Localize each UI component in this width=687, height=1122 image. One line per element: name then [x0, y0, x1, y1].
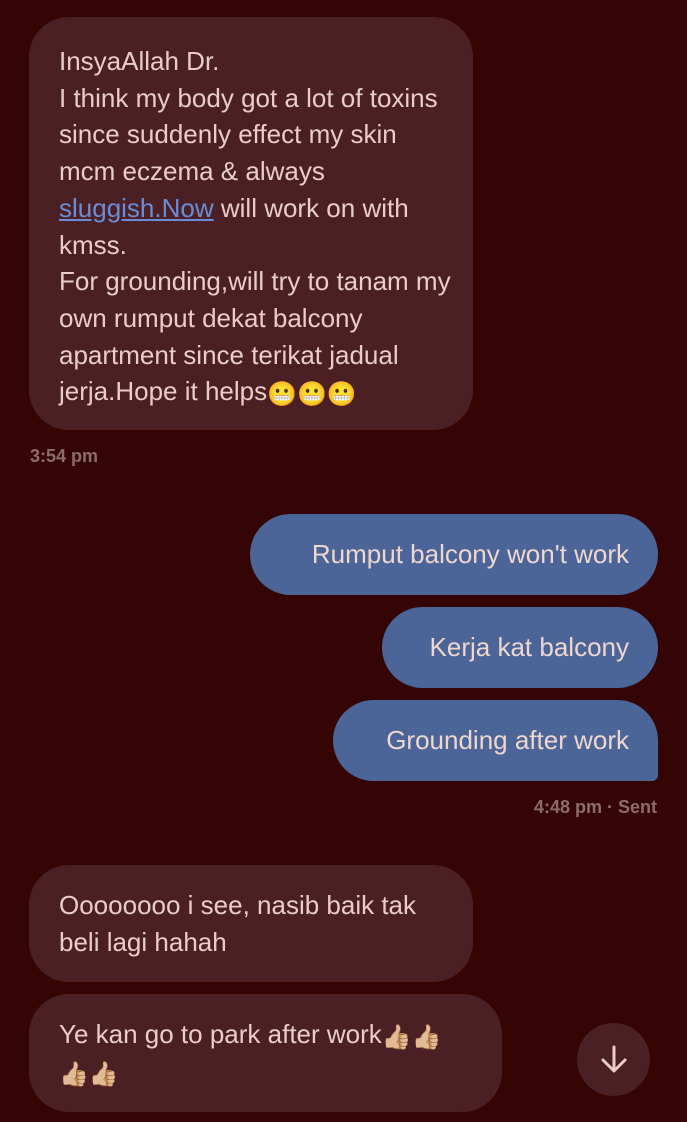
- incoming-message-bubble[interactable]: Oooooooo i see, nasib baik tak beli lagi…: [29, 865, 473, 982]
- message-timestamp: 3:54 pm: [30, 446, 99, 466]
- grimacing-emoji-icon: 😬😬😬: [267, 381, 357, 409]
- message-text: InsyaAllah Dr. I think my body got a lot…: [59, 46, 438, 187]
- message-text: Grounding after work: [386, 725, 629, 755]
- message-link[interactable]: sluggish.Now: [59, 193, 214, 223]
- thumbs-up-emoji-icon: 👍🏼👍🏼: [381, 1024, 442, 1051]
- outgoing-message-bubble[interactable]: Kerja kat balcony: [382, 607, 658, 688]
- arrow-down-icon: [601, 1045, 626, 1072]
- incoming-message-bubble[interactable]: InsyaAllah Dr. I think my body got a lot…: [29, 17, 473, 430]
- message-text: Kerja kat balcony: [429, 632, 629, 662]
- message-text: Ye kan go to park after work: [59, 1019, 382, 1049]
- message-text: Oooooooo i see, nasib baik tak beli lagi…: [59, 890, 417, 957]
- message-status-timestamp: 4:48 pm · Sent: [533, 797, 657, 817]
- message-text: will work on with kmss. For grounding,wi…: [59, 192, 451, 407]
- outgoing-message-bubble[interactable]: Grounding after work: [333, 700, 658, 781]
- thumbs-up-emoji-icon: 👍🏼👍🏼: [59, 1060, 119, 1088]
- incoming-message-bubble[interactable]: Ye kan go to park after work👍🏼👍🏼 👍🏼👍🏼: [29, 994, 502, 1112]
- scroll-to-bottom-button[interactable]: [577, 1023, 650, 1096]
- outgoing-message-bubble[interactable]: Rumput balcony won't work: [250, 514, 658, 595]
- message-text: Rumput balcony won't work: [311, 539, 629, 569]
